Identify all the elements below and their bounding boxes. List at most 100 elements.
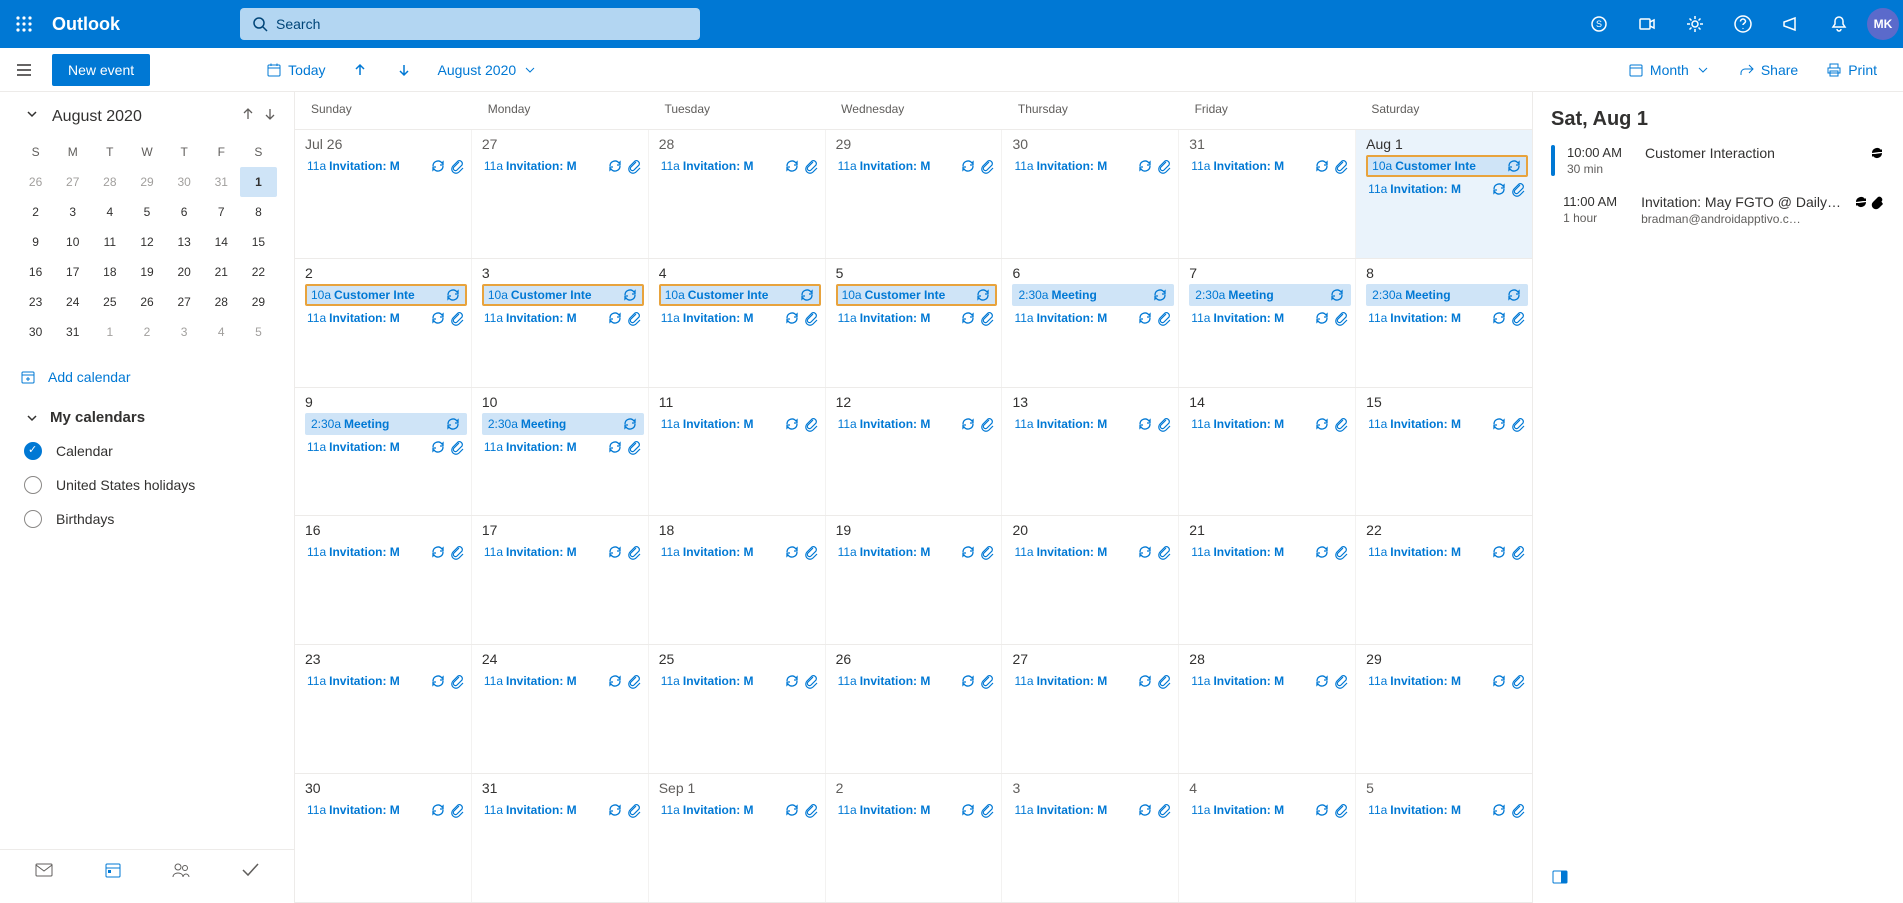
calendar-day[interactable]: 15 11a Invitation: M [1356, 388, 1532, 516]
print-button[interactable]: Print [1820, 58, 1883, 82]
calendar-event[interactable]: 11a Invitation: M [659, 799, 821, 821]
mini-day[interactable]: 19 [128, 257, 165, 287]
calendar-event[interactable]: 11a Invitation: M [1189, 413, 1351, 435]
calendar-day[interactable]: 12 11a Invitation: M [826, 388, 1003, 516]
calendar-day[interactable]: 14 11a Invitation: M [1179, 388, 1356, 516]
calendar-event[interactable]: 11a Invitation: M [1366, 413, 1528, 435]
mini-day[interactable]: 9 [17, 227, 54, 257]
megaphone-button[interactable] [1767, 0, 1815, 48]
calendar-event[interactable]: 11a Invitation: M [836, 155, 998, 177]
calendar-event[interactable]: 11a Invitation: M [836, 541, 998, 563]
mini-day[interactable]: 23 [17, 287, 54, 317]
mini-day[interactable]: 14 [203, 227, 240, 257]
mini-day[interactable]: 4 [91, 197, 128, 227]
app-launcher-button[interactable] [0, 0, 48, 48]
mini-day[interactable]: 21 [203, 257, 240, 287]
mini-day[interactable]: 6 [166, 197, 203, 227]
calendar-module-button[interactable] [93, 860, 133, 885]
calendar-day[interactable]: 5 10a Customer Inte 11a Invitation: M [826, 259, 1003, 387]
calendar-event[interactable]: 11a Invitation: M [836, 413, 998, 435]
calendar-day[interactable]: 22 11a Invitation: M [1356, 516, 1532, 644]
calendar-event[interactable]: 11a Invitation: M [659, 670, 821, 692]
calendar-event[interactable]: 11a Invitation: M [1012, 670, 1174, 692]
calendar-day[interactable]: 2 11a Invitation: M [826, 774, 1003, 902]
calendar-event[interactable]: 11a Invitation: M [1189, 307, 1351, 329]
mini-day[interactable]: 1 [240, 167, 277, 197]
mini-day[interactable]: 13 [166, 227, 203, 257]
calendar-event[interactable]: 11a Invitation: M [836, 799, 998, 821]
agenda-collapse-button[interactable] [1551, 868, 1569, 891]
mini-day[interactable]: 12 [128, 227, 165, 257]
mini-day[interactable]: 31 [54, 317, 91, 347]
calendar-day[interactable]: 20 11a Invitation: M [1002, 516, 1179, 644]
mini-day[interactable]: 25 [91, 287, 128, 317]
calendar-day[interactable]: 4 10a Customer Inte 11a Invitation: M [649, 259, 826, 387]
calendar-event[interactable]: 11a Invitation: M [659, 155, 821, 177]
calendar-day[interactable]: 13 11a Invitation: M [1002, 388, 1179, 516]
notifications-button[interactable] [1815, 0, 1863, 48]
calendar-event[interactable]: 2:30a Meeting [1012, 284, 1174, 306]
calendar-toggle[interactable] [24, 476, 42, 494]
mini-day[interactable]: 26 [17, 167, 54, 197]
skype-button[interactable]: S [1575, 0, 1623, 48]
mini-day[interactable]: 1 [91, 317, 128, 347]
mini-next-button[interactable] [262, 106, 278, 127]
calendar-day[interactable]: 19 11a Invitation: M [826, 516, 1003, 644]
mini-day[interactable]: 31 [203, 167, 240, 197]
calendar-day[interactable]: Sep 1 11a Invitation: M [649, 774, 826, 902]
calendar-day[interactable]: 5 11a Invitation: M [1356, 774, 1532, 902]
calendar-event[interactable]: 11a Invitation: M [305, 155, 467, 177]
calendar-event[interactable]: 11a Invitation: M [305, 670, 467, 692]
calendar-event[interactable]: 11a Invitation: M [482, 307, 644, 329]
avatar[interactable]: MK [1867, 8, 1899, 40]
mini-day[interactable]: 22 [240, 257, 277, 287]
mini-day[interactable]: 2 [17, 197, 54, 227]
calendar-event[interactable]: 2:30a Meeting [1189, 284, 1351, 306]
calendar-event[interactable]: 11a Invitation: M [1366, 178, 1528, 200]
mini-day[interactable]: 29 [240, 287, 277, 317]
calendar-event[interactable]: 11a Invitation: M [1189, 670, 1351, 692]
prev-month-button[interactable] [344, 54, 376, 86]
mini-day[interactable]: 8 [240, 197, 277, 227]
mini-day[interactable]: 3 [54, 197, 91, 227]
mini-day[interactable]: 30 [166, 167, 203, 197]
calendar-event[interactable]: 11a Invitation: M [836, 307, 998, 329]
settings-button[interactable] [1671, 0, 1719, 48]
calendar-day[interactable]: 23 11a Invitation: M [295, 645, 472, 773]
calendar-day[interactable]: 3 11a Invitation: M [1002, 774, 1179, 902]
calendar-event[interactable]: 11a Invitation: M [305, 436, 467, 458]
calendar-day[interactable]: 7 2:30a Meeting 11a Invitation: M [1179, 259, 1356, 387]
search-input[interactable] [276, 16, 688, 32]
calendar-day[interactable]: 6 2:30a Meeting 11a Invitation: M [1002, 259, 1179, 387]
new-event-button[interactable]: New event [52, 54, 150, 86]
calendar-day[interactable]: 27 11a Invitation: M [472, 130, 649, 258]
mini-day[interactable]: 3 [166, 317, 203, 347]
mini-day[interactable]: 5 [128, 197, 165, 227]
calendar-day[interactable]: 31 11a Invitation: M [1179, 130, 1356, 258]
calendar-event[interactable]: 11a Invitation: M [482, 670, 644, 692]
mini-day[interactable]: 28 [203, 287, 240, 317]
calendar-event[interactable]: 11a Invitation: M [305, 307, 467, 329]
calendar-day[interactable]: 18 11a Invitation: M [649, 516, 826, 644]
calendar-list-item[interactable]: Calendar [0, 434, 294, 468]
calendar-list-item[interactable]: Birthdays [0, 502, 294, 536]
mini-day[interactable]: 27 [166, 287, 203, 317]
mini-day[interactable]: 20 [166, 257, 203, 287]
today-button[interactable]: Today [260, 58, 331, 82]
mini-day[interactable]: 2 [128, 317, 165, 347]
mail-module-button[interactable] [24, 860, 64, 885]
mini-day[interactable]: 4 [203, 317, 240, 347]
calendar-event[interactable]: 10a Customer Inte [836, 284, 998, 306]
calendar-day[interactable]: Jul 26 11a Invitation: M [295, 130, 472, 258]
calendar-day[interactable]: 28 11a Invitation: M [649, 130, 826, 258]
month-selector[interactable]: August 2020 [432, 58, 545, 82]
calendar-day[interactable]: 28 11a Invitation: M [1179, 645, 1356, 773]
calendar-event[interactable]: 11a Invitation: M [1366, 541, 1528, 563]
calendar-event[interactable]: 11a Invitation: M [659, 307, 821, 329]
calendar-event[interactable]: 10a Customer Inte [1366, 155, 1528, 177]
calendar-event[interactable]: 11a Invitation: M [1012, 413, 1174, 435]
calendar-day[interactable]: 26 11a Invitation: M [826, 645, 1003, 773]
calendar-day[interactable]: 29 11a Invitation: M [1356, 645, 1532, 773]
calendar-day[interactable]: 29 11a Invitation: M [826, 130, 1003, 258]
mini-day[interactable]: 15 [240, 227, 277, 257]
